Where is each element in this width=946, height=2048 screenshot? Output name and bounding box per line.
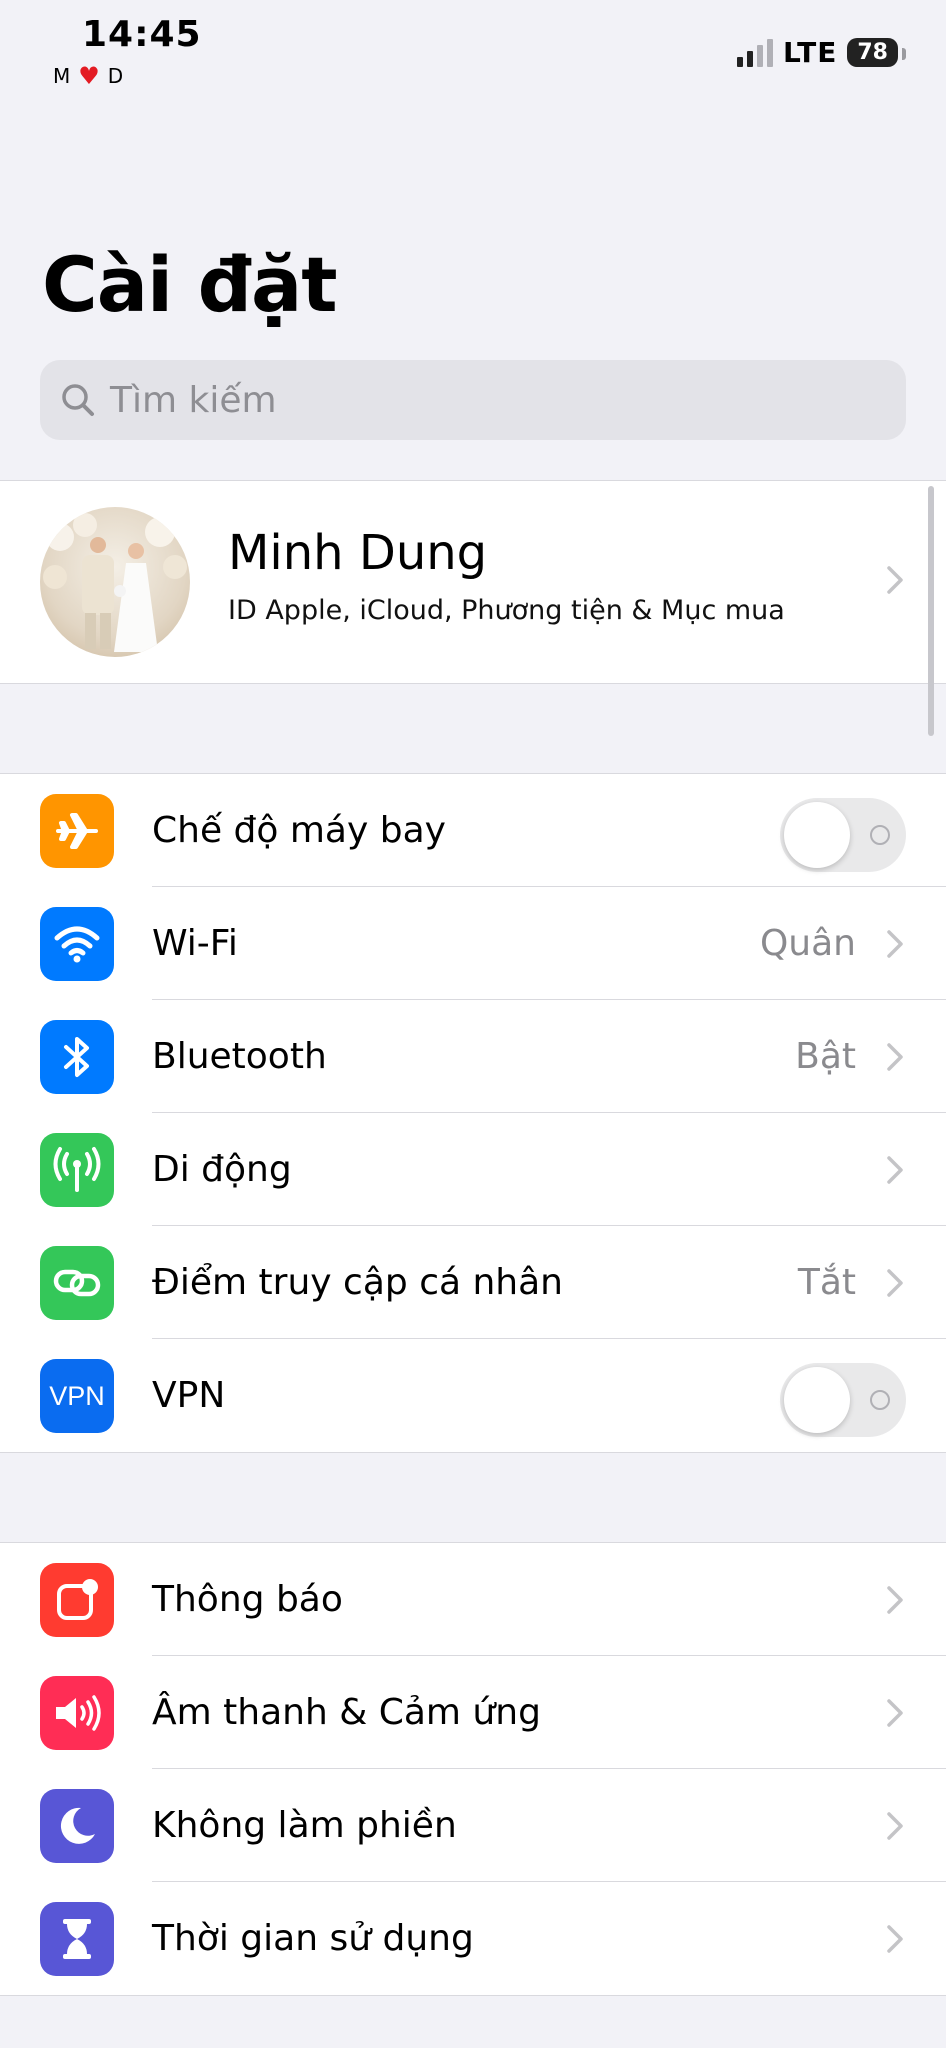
status-note: M ♥ D (53, 64, 123, 88)
chevron-right-icon (887, 566, 903, 594)
profile-name: Minh Dung (228, 525, 488, 581)
vpn-icon: VPN (40, 1359, 114, 1433)
general-group: Thông báo Âm thanh & Cảm ứng Không làm p… (0, 1542, 946, 1996)
row-vpn[interactable]: VPN VPN (0, 1339, 946, 1452)
hotspot-value: Tắt (797, 1262, 856, 1303)
hotspot-icon (40, 1246, 114, 1320)
signal-icon (736, 38, 773, 67)
chevron-right-icon (887, 1156, 903, 1184)
wifi-icon (40, 907, 114, 981)
chevron-right-icon (887, 1269, 903, 1297)
profile-subtitle: ID Apple, iCloud, Phương tiện & Mục mua (228, 595, 785, 626)
do-not-disturb-label: Không làm phiền (152, 1805, 457, 1846)
row-personal-hotspot[interactable]: Điểm truy cập cá nhân Tắt (0, 1226, 946, 1339)
row-notifications[interactable]: Thông báo (0, 1543, 946, 1656)
row-screen-time[interactable]: Thời gian sử dụng (0, 1882, 946, 1995)
speaker-icon (40, 1676, 114, 1750)
bluetooth-label: Bluetooth (152, 1036, 327, 1077)
avatar (40, 507, 190, 657)
notification-icon (40, 1563, 114, 1637)
antenna-icon (40, 1133, 114, 1207)
row-cellular[interactable]: Di động (0, 1113, 946, 1226)
page-title: Cài đặt (42, 240, 338, 329)
vpn-toggle[interactable] (780, 1363, 906, 1437)
chevron-right-icon (887, 930, 903, 958)
cellular-label: Di động (152, 1149, 292, 1190)
moon-icon (40, 1789, 114, 1863)
heart-icon: ♥ (78, 62, 100, 90)
sounds-label: Âm thanh & Cảm ứng (152, 1692, 541, 1733)
search-placeholder: Tìm kiếm (110, 379, 277, 421)
bluetooth-value: Bật (795, 1036, 856, 1077)
chevron-right-icon (887, 1925, 903, 1953)
chevron-right-icon (887, 1699, 903, 1727)
bluetooth-icon (40, 1020, 114, 1094)
vpn-icon-text: VPN (49, 1380, 105, 1411)
status-time: 14:45 (82, 14, 202, 55)
chevron-right-icon (887, 1812, 903, 1840)
row-sounds-haptics[interactable]: Âm thanh & Cảm ứng (0, 1656, 946, 1769)
vpn-label: VPN (152, 1375, 226, 1416)
scroll-indicator[interactable] (928, 486, 934, 736)
status-note-right: D (107, 64, 124, 88)
wifi-value: Quân (759, 923, 856, 964)
chevron-right-icon (887, 1586, 903, 1614)
status-indicators: LTE 78 (736, 36, 906, 69)
screen-time-label: Thời gian sử dụng (152, 1918, 474, 1959)
row-airplane-mode[interactable]: Chế độ máy bay (0, 774, 946, 887)
row-do-not-disturb[interactable]: Không làm phiền (0, 1769, 946, 1882)
airplane-mode-label: Chế độ máy bay (152, 810, 446, 851)
battery-icon: 78 (847, 38, 906, 67)
wifi-label: Wi-Fi (152, 923, 238, 964)
status-note-left: M (53, 64, 71, 88)
chevron-right-icon (887, 1043, 903, 1071)
row-wifi[interactable]: Wi-Fi Quân (0, 887, 946, 1000)
notifications-label: Thông báo (152, 1579, 343, 1620)
hotspot-label: Điểm truy cập cá nhân (152, 1262, 563, 1303)
search-field[interactable]: Tìm kiếm (40, 360, 906, 440)
hourglass-icon (40, 1902, 114, 1976)
connectivity-group: Chế độ máy bay Wi-Fi Quân Bluetooth Bật (0, 773, 946, 1453)
airplane-mode-toggle[interactable] (780, 798, 906, 872)
airplane-icon (40, 794, 114, 868)
row-bluetooth[interactable]: Bluetooth Bật (0, 1000, 946, 1113)
search-icon (62, 384, 94, 416)
network-type: LTE (782, 36, 838, 69)
apple-id-profile[interactable]: Minh Dung ID Apple, iCloud, Phương tiện … (0, 480, 946, 684)
status-bar: 14:45 M ♥ D LTE 78 (0, 0, 946, 100)
